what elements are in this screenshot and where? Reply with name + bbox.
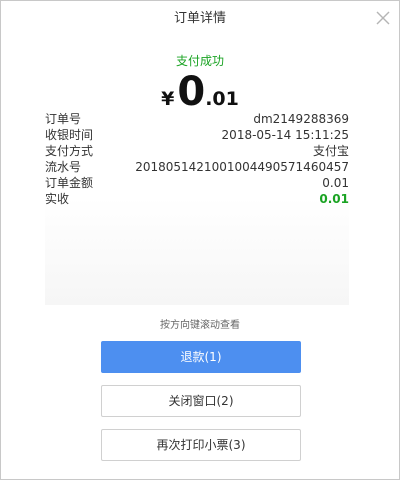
- close-window-button[interactable]: 关闭窗口(2): [101, 385, 301, 417]
- scroll-hint: 按方向键滚动查看: [160, 320, 240, 331]
- detail-row-serial-number: 流水号 2018051421001004490571460457: [45, 159, 349, 175]
- detail-value: 2018-05-14 15:11:25: [221, 128, 349, 142]
- detail-row-checkout-time: 收银时间 2018-05-14 15:11:25: [45, 127, 349, 143]
- detail-label: 实收: [45, 192, 70, 206]
- detail-row-order-amount: 订单金额 0.01: [45, 175, 349, 191]
- reprint-receipt-button[interactable]: 再次打印小票(3): [101, 429, 301, 461]
- dialog-title: 订单详情: [173, 11, 226, 26]
- detail-label: 订单号: [45, 112, 82, 126]
- detail-value: 2018051421001004490571460457: [135, 160, 349, 174]
- detail-value: 支付宝: [312, 144, 349, 158]
- detail-row-received: 实收 0.01: [45, 191, 349, 207]
- order-details-panel[interactable]: 订单号 dm2149288369 收银时间 2018-05-14 15:11:2…: [45, 109, 349, 305]
- detail-row-payment-method: 支付方式 支付宝: [45, 143, 349, 159]
- detail-value: dm2149288369: [253, 112, 349, 126]
- close-icon[interactable]: [375, 10, 391, 26]
- payment-status: 支付成功: [175, 54, 224, 68]
- detail-label: 流水号: [45, 160, 82, 174]
- detail-label: 订单金额: [45, 176, 94, 190]
- detail-row-order-number: 订单号 dm2149288369: [45, 111, 349, 127]
- refund-button[interactable]: 退款(1): [101, 341, 301, 373]
- detail-label: 收银时间: [45, 128, 94, 142]
- amount-decimal: .01: [205, 88, 239, 110]
- order-detail-dialog: 订单详情 支付成功 ¥0.01 订单号 dm2149288369 收银时间 20…: [0, 0, 400, 480]
- detail-value: 0.01: [322, 176, 349, 190]
- detail-value: 0.01: [319, 192, 349, 206]
- detail-label: 支付方式: [45, 144, 94, 158]
- currency-symbol: ¥: [161, 88, 175, 110]
